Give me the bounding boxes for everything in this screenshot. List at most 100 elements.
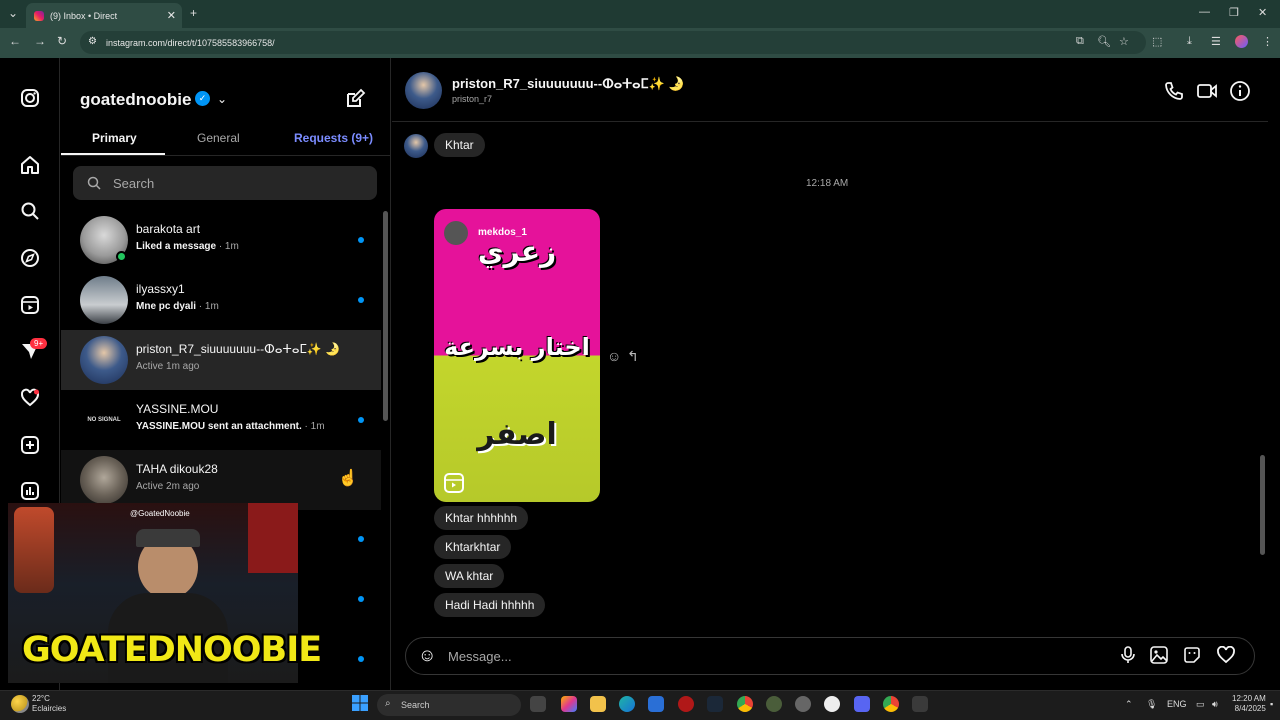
search-field-icon <box>87 176 101 190</box>
new-message-icon[interactable] <box>344 88 366 115</box>
thread-status: Active 2m ago <box>136 481 200 492</box>
weather-widget[interactable]: 22°C Eclaircies <box>32 694 66 714</box>
thread-row-selected[interactable]: priston_R7_siuuuuuuu--ⵀⴰⵜⴰⵎ✨ 🌛 Active 1m… <box>61 330 381 390</box>
voice-clip-icon[interactable] <box>1119 646 1137 669</box>
tab-list-chevron-icon[interactable]: ⌄ <box>8 6 18 20</box>
chrome-profile-icon[interactable] <box>883 696 899 712</box>
create-icon[interactable] <box>18 433 42 457</box>
taskbar-search-label: Search <box>401 700 430 710</box>
conversation-info-icon[interactable] <box>1229 80 1251 108</box>
zoom-icon[interactable]: 🔍︎ <box>1097 35 1111 48</box>
tab-requests[interactable]: Requests (9+) <box>294 131 373 145</box>
back-icon[interactable]: ← <box>9 34 21 48</box>
account-username[interactable]: goatednoobie <box>80 90 191 110</box>
extensions-icon[interactable]: ⬚ <box>1152 35 1162 48</box>
reply-icon[interactable]: ↰ <box>627 348 639 365</box>
notification-badge: 9+ <box>30 338 48 349</box>
add-photo-icon[interactable] <box>1150 646 1168 669</box>
system-clock[interactable]: 12:20 AM 8/4/2025 <box>1232 694 1266 714</box>
unread-dot <box>358 417 364 423</box>
close-tab-icon[interactable]: ✕ <box>167 9 176 22</box>
address-bar[interactable]: ⚙ instagram.com/direct/t/107585583966758… <box>80 31 1146 54</box>
sticker-icon[interactable] <box>1183 646 1201 669</box>
thread-row[interactable]: barakota art Liked a message · 1m <box>61 210 381 270</box>
explore-icon[interactable] <box>18 246 42 270</box>
home-icon[interactable] <box>18 153 42 177</box>
inbox-scrollbar[interactable] <box>383 211 388 421</box>
install-app-icon[interactable]: ⧉ <box>1076 35 1084 48</box>
weather-icon[interactable] <box>11 695 29 713</box>
like-heart-icon[interactable] <box>1216 645 1236 669</box>
chrome-icon[interactable] <box>737 696 753 712</box>
notification-center-icon[interactable]: ▪ <box>1270 699 1273 709</box>
thread-row[interactable]: TAHA dikouk28 Active 2m ago <box>61 450 381 510</box>
discord-icon[interactable] <box>854 696 870 712</box>
app-red-icon[interactable] <box>678 696 694 712</box>
forward-icon[interactable]: → <box>34 34 46 48</box>
weather-desc: Eclaircies <box>32 704 67 713</box>
notifications-heart-icon[interactable] <box>18 386 42 410</box>
bookmark-star-icon[interactable]: ☆ <box>1119 35 1129 48</box>
language-indicator[interactable]: ENG <box>1167 699 1187 709</box>
thread-preview: Mne pc dyali · 1m <box>136 301 219 312</box>
tab-primary[interactable]: Primary <box>92 131 137 145</box>
tray-overflow-icon[interactable]: ⌃ <box>1125 699 1133 710</box>
reels-icon[interactable] <box>18 293 42 317</box>
unread-dot <box>358 656 364 662</box>
file-explorer-icon[interactable] <box>590 696 606 712</box>
reel-text-bottom: اصفر <box>477 417 557 452</box>
tab-general[interactable]: General <box>197 131 240 145</box>
online-indicator <box>116 251 127 262</box>
chat-contact-name[interactable]: priston_R7_siuuuuuuu--ⵀⴰⵜⴰⵎ✨ 🌛 <box>452 76 685 92</box>
chat-avatar[interactable] <box>405 72 442 109</box>
unread-dot <box>358 237 364 243</box>
copilot-icon[interactable] <box>561 696 577 712</box>
windows-taskbar <box>0 690 1280 720</box>
message-bubble[interactable]: WA khtar <box>434 564 505 588</box>
message-bubble[interactable]: Khtar <box>434 133 485 157</box>
new-tab-icon[interactable]: + <box>190 6 197 20</box>
volume-icon[interactable]: 🔊︎ <box>1212 699 1218 710</box>
dashboard-icon[interactable] <box>18 479 42 503</box>
video-call-icon[interactable] <box>1196 80 1218 108</box>
message-bubble[interactable]: Khtar hhhhhh <box>434 506 529 530</box>
search-icon[interactable] <box>18 199 42 223</box>
taskbar-search[interactable]: ⌕ Search <box>377 694 521 716</box>
thread-row[interactable]: NO SIGNAL YASSINE.MOU YASSINE.MOU sent a… <box>61 390 381 450</box>
microphone-icon[interactable]: 🎙︎ <box>1146 699 1157 710</box>
network-icon[interactable]: ▭ <box>1196 699 1205 710</box>
browser-tab-instagram[interactable]: (9) Inbox • Direct ✕ <box>26 3 182 28</box>
chat-scrollbar[interactable] <box>1260 455 1265 555</box>
message-bubble[interactable]: Hadi Hadi hhhhh <box>434 593 546 617</box>
steam-icon[interactable] <box>707 696 723 712</box>
profile-avatar[interactable] <box>1235 35 1248 48</box>
windows-start-icon[interactable] <box>352 695 368 711</box>
reload-icon[interactable]: ↻ <box>57 34 67 48</box>
react-emoji-icon[interactable]: ☺ <box>607 348 621 364</box>
instagram-logo-icon[interactable] <box>18 86 42 110</box>
store-icon[interactable] <box>648 696 664 712</box>
phone-call-icon[interactable] <box>1163 80 1185 108</box>
thread-name: barakota art <box>136 222 201 236</box>
media-player-icon[interactable] <box>824 696 840 712</box>
account-switcher-chevron-icon[interactable]: ⌄ <box>217 92 227 106</box>
sender-avatar <box>404 134 428 158</box>
thread-row[interactable]: ilyassxy1 Mne pc dyali · 1m <box>61 270 381 330</box>
app-green-icon[interactable] <box>766 696 782 712</box>
browser-menu-icon[interactable]: ⋮ <box>1262 35 1273 48</box>
snipping-tool-icon[interactable] <box>912 696 928 712</box>
task-view-icon[interactable] <box>530 696 546 712</box>
message-bubble[interactable]: Khtarkhtar <box>434 535 512 559</box>
emoji-picker-icon[interactable]: ☺ <box>418 645 436 666</box>
download-icon[interactable]: ⤓ <box>1187 35 1192 48</box>
reading-list-icon[interactable]: ☰ <box>1211 35 1221 48</box>
edge-icon[interactable] <box>619 696 635 712</box>
obs-icon[interactable] <box>795 696 811 712</box>
close-window-icon[interactable]: ✕ <box>1258 6 1267 19</box>
url-text: instagram.com/direct/t/107585583966758/ <box>106 37 275 48</box>
restore-icon[interactable]: ❐ <box>1229 6 1239 19</box>
shared-reel[interactable]: mekdos_1 زعري اختار بسرعة اصفر <box>434 209 600 502</box>
search-input[interactable]: Search <box>73 166 377 200</box>
minimize-icon[interactable]: — <box>1199 6 1210 18</box>
site-info-icon[interactable]: ⚙ <box>88 36 97 47</box>
